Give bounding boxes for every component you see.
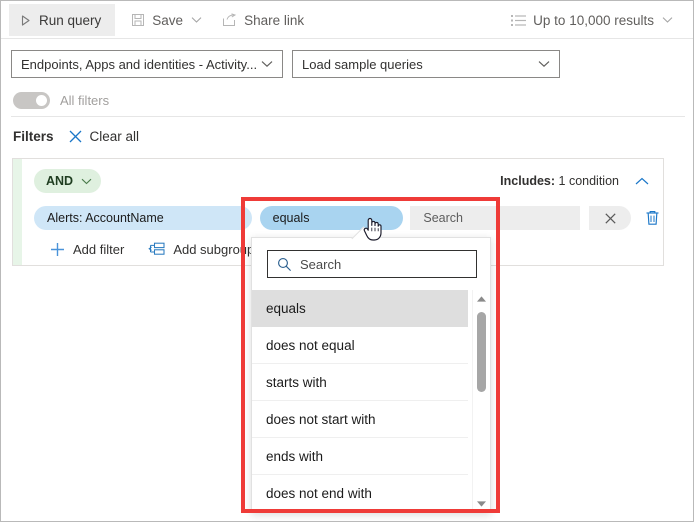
query-scope-value: Endpoints, Apps and identities - Activit… [21, 56, 258, 72]
dropdown-search-placeholder: Search [300, 256, 342, 272]
play-triangle-icon [19, 14, 32, 27]
filters-title: Filters [13, 128, 54, 144]
operator-dropdown-panel: Search equals does not equal starts with… [251, 226, 491, 513]
clear-all-button[interactable]: Clear all [68, 128, 140, 144]
operator-option-label: does not start with [266, 411, 376, 427]
add-filter-button[interactable]: Add filter [50, 242, 124, 257]
add-subgroup-button[interactable]: Add subgroup [148, 242, 254, 257]
page-bottom-edge [1, 512, 693, 521]
chevron-down-icon[interactable] [538, 60, 559, 68]
screenshot-root: Run query Save Share link Up to 10,000 r… [0, 0, 694, 522]
command-bar-left-group: Run query Save Share link [9, 4, 314, 36]
condition-operator-dropdown[interactable]: equals [259, 206, 404, 230]
share-arrow-icon [222, 13, 237, 27]
query-scope-row: Endpoints, Apps and identities - Activit… [1, 40, 693, 84]
dropdown-search-input[interactable]: Search [267, 250, 477, 278]
trash-icon [645, 210, 660, 226]
condition-field-label: Alerts: AccountName [47, 211, 164, 225]
group-includes-label: Includes: [500, 174, 556, 188]
load-sample-queries-dropdown[interactable]: Load sample queries [292, 50, 560, 78]
close-x-icon [68, 129, 83, 144]
chevron-down-icon[interactable] [662, 16, 673, 24]
filter-condition-row: Alerts: AccountName equals Search [22, 203, 663, 233]
share-link-button[interactable]: Share link [212, 4, 314, 36]
condition-delete-button[interactable] [641, 206, 663, 230]
scrollbar-thumb[interactable] [477, 312, 486, 392]
clear-all-label: Clear all [89, 128, 140, 144]
operator-option-label: does not equal [266, 337, 355, 353]
close-x-icon [604, 212, 617, 225]
operator-option-label: does not end with [266, 485, 372, 501]
condition-operator-label: equals [272, 211, 310, 225]
all-filters-label: All filters [60, 92, 110, 108]
operator-option-label: equals [266, 300, 306, 316]
operator-option[interactable]: equals [252, 290, 468, 327]
chevron-down-icon[interactable] [191, 16, 202, 24]
operator-option-label: ends with [266, 448, 324, 464]
group-operator-dropdown[interactable]: AND [34, 169, 102, 193]
floppy-disk-icon [131, 13, 145, 27]
group-includes-value: 1 condition [558, 174, 619, 188]
load-sample-queries-value: Load sample queries [302, 56, 423, 72]
operator-option[interactable]: starts with [252, 364, 468, 401]
save-label: Save [152, 12, 184, 28]
operator-option[interactable]: does not end with [252, 475, 468, 512]
run-query-label: Run query [39, 12, 102, 28]
operator-option-list[interactable]: equals does not equal starts with does n… [252, 290, 490, 512]
condition-value-input[interactable]: Search [410, 206, 581, 230]
condition-field-dropdown[interactable]: Alerts: AccountName [34, 206, 252, 230]
chevron-up-icon [635, 177, 649, 186]
operator-option[interactable]: does not start with [252, 401, 468, 438]
command-bar-right-group: Up to 10,000 results [501, 4, 683, 36]
filter-group-header: AND Includes: 1 condition [22, 159, 663, 203]
results-limit-label: Up to 10,000 results [533, 12, 654, 28]
save-button[interactable]: Save [121, 4, 212, 36]
caret-down-icon[interactable] [473, 495, 490, 512]
all-filters-row: All filters [1, 84, 693, 116]
operator-option[interactable]: ends with [252, 438, 468, 475]
subgroup-icon [148, 242, 165, 256]
command-bar: Run query Save Share link Up to 10,000 r… [1, 1, 693, 39]
add-subgroup-label: Add subgroup [173, 241, 255, 257]
condition-value-placeholder: Search [423, 211, 463, 225]
all-filters-toggle[interactable] [13, 91, 50, 109]
group-accent-bar [13, 159, 22, 265]
plus-icon [50, 242, 65, 257]
results-limit-button[interactable]: Up to 10,000 results [501, 4, 683, 36]
operator-option-label: starts with [266, 374, 327, 390]
run-query-button[interactable]: Run query [9, 4, 116, 36]
group-operator-label: AND [46, 174, 74, 188]
group-collapse-button[interactable] [635, 177, 649, 186]
dropdown-scrollbar[interactable] [472, 290, 490, 512]
group-includes-summary: Includes: 1 condition [500, 174, 619, 188]
caret-up-icon[interactable] [473, 290, 490, 307]
list-icon [511, 14, 527, 27]
section-divider [11, 116, 685, 117]
filters-header: Filters Clear all [13, 125, 139, 147]
add-filter-label: Add filter [73, 241, 125, 257]
condition-clear-button[interactable] [589, 206, 632, 230]
operator-option[interactable]: does not equal [252, 327, 468, 364]
toggle-knob [36, 94, 47, 106]
query-scope-dropdown[interactable]: Endpoints, Apps and identities - Activit… [11, 50, 283, 78]
search-magnifier-icon [277, 257, 292, 272]
share-link-label: Share link [244, 12, 305, 28]
chevron-down-icon[interactable] [81, 178, 92, 185]
chevron-down-icon[interactable] [261, 60, 282, 68]
